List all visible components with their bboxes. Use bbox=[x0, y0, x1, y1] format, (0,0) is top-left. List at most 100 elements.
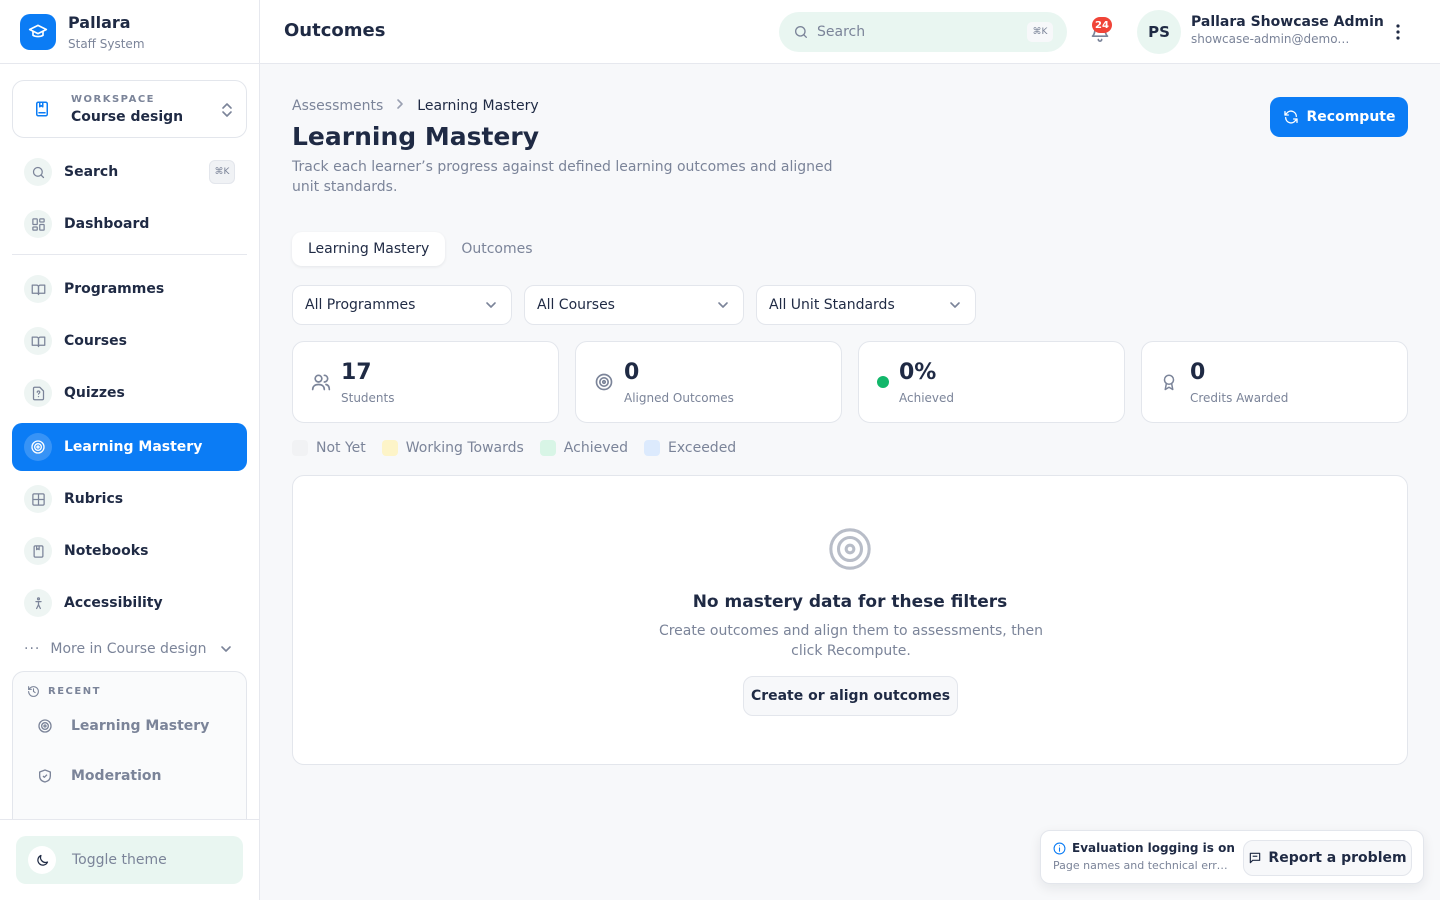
sidebar-item-search[interactable]: Search ⌘K bbox=[12, 148, 247, 196]
sidebar-item-accessibility[interactable]: Accessibility bbox=[12, 579, 247, 627]
stat-value: 0 bbox=[624, 360, 640, 385]
notice-subtitle: Page names and technical errors are logg… bbox=[1053, 859, 1229, 872]
notice-title: Evaluation logging is on bbox=[1053, 841, 1235, 855]
graduation-cap-icon bbox=[20, 13, 56, 50]
rubric-icon bbox=[24, 485, 52, 513]
legend-swatch bbox=[292, 440, 308, 456]
stat-label: Students bbox=[341, 391, 395, 405]
stat-value: 0 bbox=[1190, 360, 1206, 385]
tabs: Learning Mastery Outcomes bbox=[292, 232, 549, 266]
sidebar-item-courses[interactable]: Courses bbox=[12, 317, 247, 365]
chevron-up-down-icon bbox=[220, 101, 234, 123]
user-info[interactable]: Pallara Showcase Admin showcase-admin@de… bbox=[1191, 14, 1384, 46]
legend-swatch bbox=[644, 440, 660, 456]
legend-item: Achieved bbox=[539, 440, 628, 456]
legend-label: Working Towards bbox=[405, 440, 524, 456]
more-dots-icon: ··· bbox=[24, 641, 41, 657]
sidebar-item-rubrics[interactable]: Rubrics bbox=[12, 475, 247, 523]
legend-label: Achieved bbox=[563, 440, 628, 456]
target-icon bbox=[24, 433, 52, 461]
message-icon bbox=[1250, 852, 1261, 864]
workspace-switcher[interactable]: WORKSPACE Course design bbox=[12, 80, 247, 138]
sidebar-item-label: Notebooks bbox=[64, 543, 149, 559]
recompute-button[interactable]: Recompute bbox=[1270, 97, 1408, 137]
recent-item-label: Moderation bbox=[71, 768, 162, 784]
stat-card-credits-awarded: 0 Credits Awarded bbox=[1141, 341, 1408, 423]
sidebar-item-label: Accessibility bbox=[64, 595, 163, 611]
global-search[interactable]: ⌘K bbox=[779, 12, 1067, 52]
legend-label: Not Yet bbox=[316, 440, 366, 456]
sidebar-item-label: Quizzes bbox=[64, 385, 125, 401]
accessibility-icon bbox=[24, 589, 52, 617]
user-name: Pallara Showcase Admin bbox=[1191, 14, 1384, 30]
legend-label: Exceeded bbox=[668, 440, 737, 456]
stat-card-achieved: 0% Achieved bbox=[858, 341, 1125, 423]
sidebar-item-label: Programmes bbox=[64, 281, 165, 297]
recent-item[interactable]: Moderation bbox=[37, 768, 162, 784]
sidebar-item-notebooks[interactable]: Notebooks bbox=[12, 527, 247, 575]
toggle-theme-label: Toggle theme bbox=[72, 852, 167, 868]
stat-label: Achieved bbox=[899, 391, 955, 405]
workspace-label: WORKSPACE bbox=[71, 93, 156, 105]
chevron-down-icon bbox=[485, 299, 497, 315]
chevron-down-icon bbox=[717, 299, 729, 315]
mastery-legend: Not Yet Working Towards Achieved Exceede… bbox=[292, 440, 752, 456]
status-dot-icon bbox=[877, 376, 889, 392]
filter-value: All Courses bbox=[537, 297, 615, 313]
more-label: More in Course design bbox=[50, 641, 207, 657]
chevron-down-icon bbox=[219, 642, 233, 660]
breadcrumb-link[interactable]: Assessments bbox=[292, 98, 383, 114]
stat-card-aligned-outcomes: 0 Aligned Outcomes bbox=[575, 341, 842, 423]
quiz-icon bbox=[24, 379, 52, 407]
notice-title-text: Evaluation logging is on bbox=[1072, 841, 1235, 855]
create-or-align-outcomes-button[interactable]: Create or align outcomes bbox=[743, 676, 958, 716]
programme-filter-select[interactable]: All Programmes bbox=[292, 285, 512, 325]
report-problem-button[interactable]: Report a problem bbox=[1243, 840, 1412, 876]
brand-name: Pallara bbox=[68, 12, 131, 32]
search-icon bbox=[795, 26, 807, 38]
shortcut-hint: ⌘K bbox=[209, 160, 235, 184]
unit-standard-filter-select[interactable]: All Unit Standards bbox=[756, 285, 976, 325]
toggle-theme-button[interactable]: Toggle theme bbox=[16, 836, 243, 884]
stat-card-students: 17 Students bbox=[292, 341, 559, 423]
sidebar-item-programmes[interactable]: Programmes bbox=[12, 265, 247, 313]
breadcrumb-current: Learning Mastery bbox=[417, 98, 539, 114]
tab-outcomes[interactable]: Outcomes bbox=[445, 232, 548, 266]
page-description: Track each learner’s progress against de… bbox=[292, 159, 833, 195]
target-icon bbox=[827, 526, 873, 576]
sidebar: Pallara Staff System WORKSPACE Course de… bbox=[0, 0, 260, 900]
notification-badge: 24 bbox=[1092, 17, 1112, 33]
workspace-value: Course design bbox=[71, 108, 184, 125]
notebook-icon bbox=[24, 537, 52, 565]
history-icon bbox=[28, 686, 39, 697]
avatar[interactable]: PS bbox=[1137, 10, 1181, 54]
page-title: Learning Mastery bbox=[292, 122, 540, 151]
stat-label: Credits Awarded bbox=[1190, 391, 1289, 405]
recent-item[interactable]: Learning Mastery bbox=[37, 718, 209, 734]
course-filter-select[interactable]: All Courses bbox=[524, 285, 744, 325]
legend-item: Exceeded bbox=[644, 440, 736, 456]
legend-item: Working Towards bbox=[381, 440, 524, 456]
sidebar-item-quizzes[interactable]: Quizzes bbox=[12, 369, 247, 417]
filter-value: All Unit Standards bbox=[769, 297, 895, 313]
sidebar-item-label: Courses bbox=[64, 333, 127, 349]
page-section-title: Outcomes bbox=[284, 20, 386, 41]
shield-icon bbox=[39, 769, 51, 783]
grid-icon bbox=[24, 210, 52, 238]
tab-learning-mastery[interactable]: Learning Mastery bbox=[292, 232, 446, 266]
legend-swatch bbox=[539, 440, 556, 456]
brand-subtitle: Staff System bbox=[68, 36, 145, 51]
chevron-right-icon bbox=[395, 98, 405, 114]
search-icon bbox=[24, 158, 52, 186]
more-vertical-icon[interactable] bbox=[1390, 22, 1406, 46]
sidebar-item-learning-mastery[interactable]: Learning Mastery bbox=[12, 423, 247, 471]
sidebar-item-dashboard[interactable]: Dashboard bbox=[12, 200, 247, 248]
sidebar-footer: Toggle theme bbox=[0, 819, 259, 900]
moon-icon bbox=[28, 846, 56, 874]
award-icon bbox=[1160, 372, 1178, 396]
more-in-workspace-toggle[interactable]: ··· More in Course design bbox=[24, 636, 239, 662]
search-input[interactable] bbox=[817, 24, 1017, 40]
sidebar-item-label: Search bbox=[64, 164, 119, 180]
shortcut-hint: ⌘K bbox=[1027, 22, 1053, 42]
recent-panel: RECENT Learning Mastery Moderation bbox=[12, 671, 247, 821]
